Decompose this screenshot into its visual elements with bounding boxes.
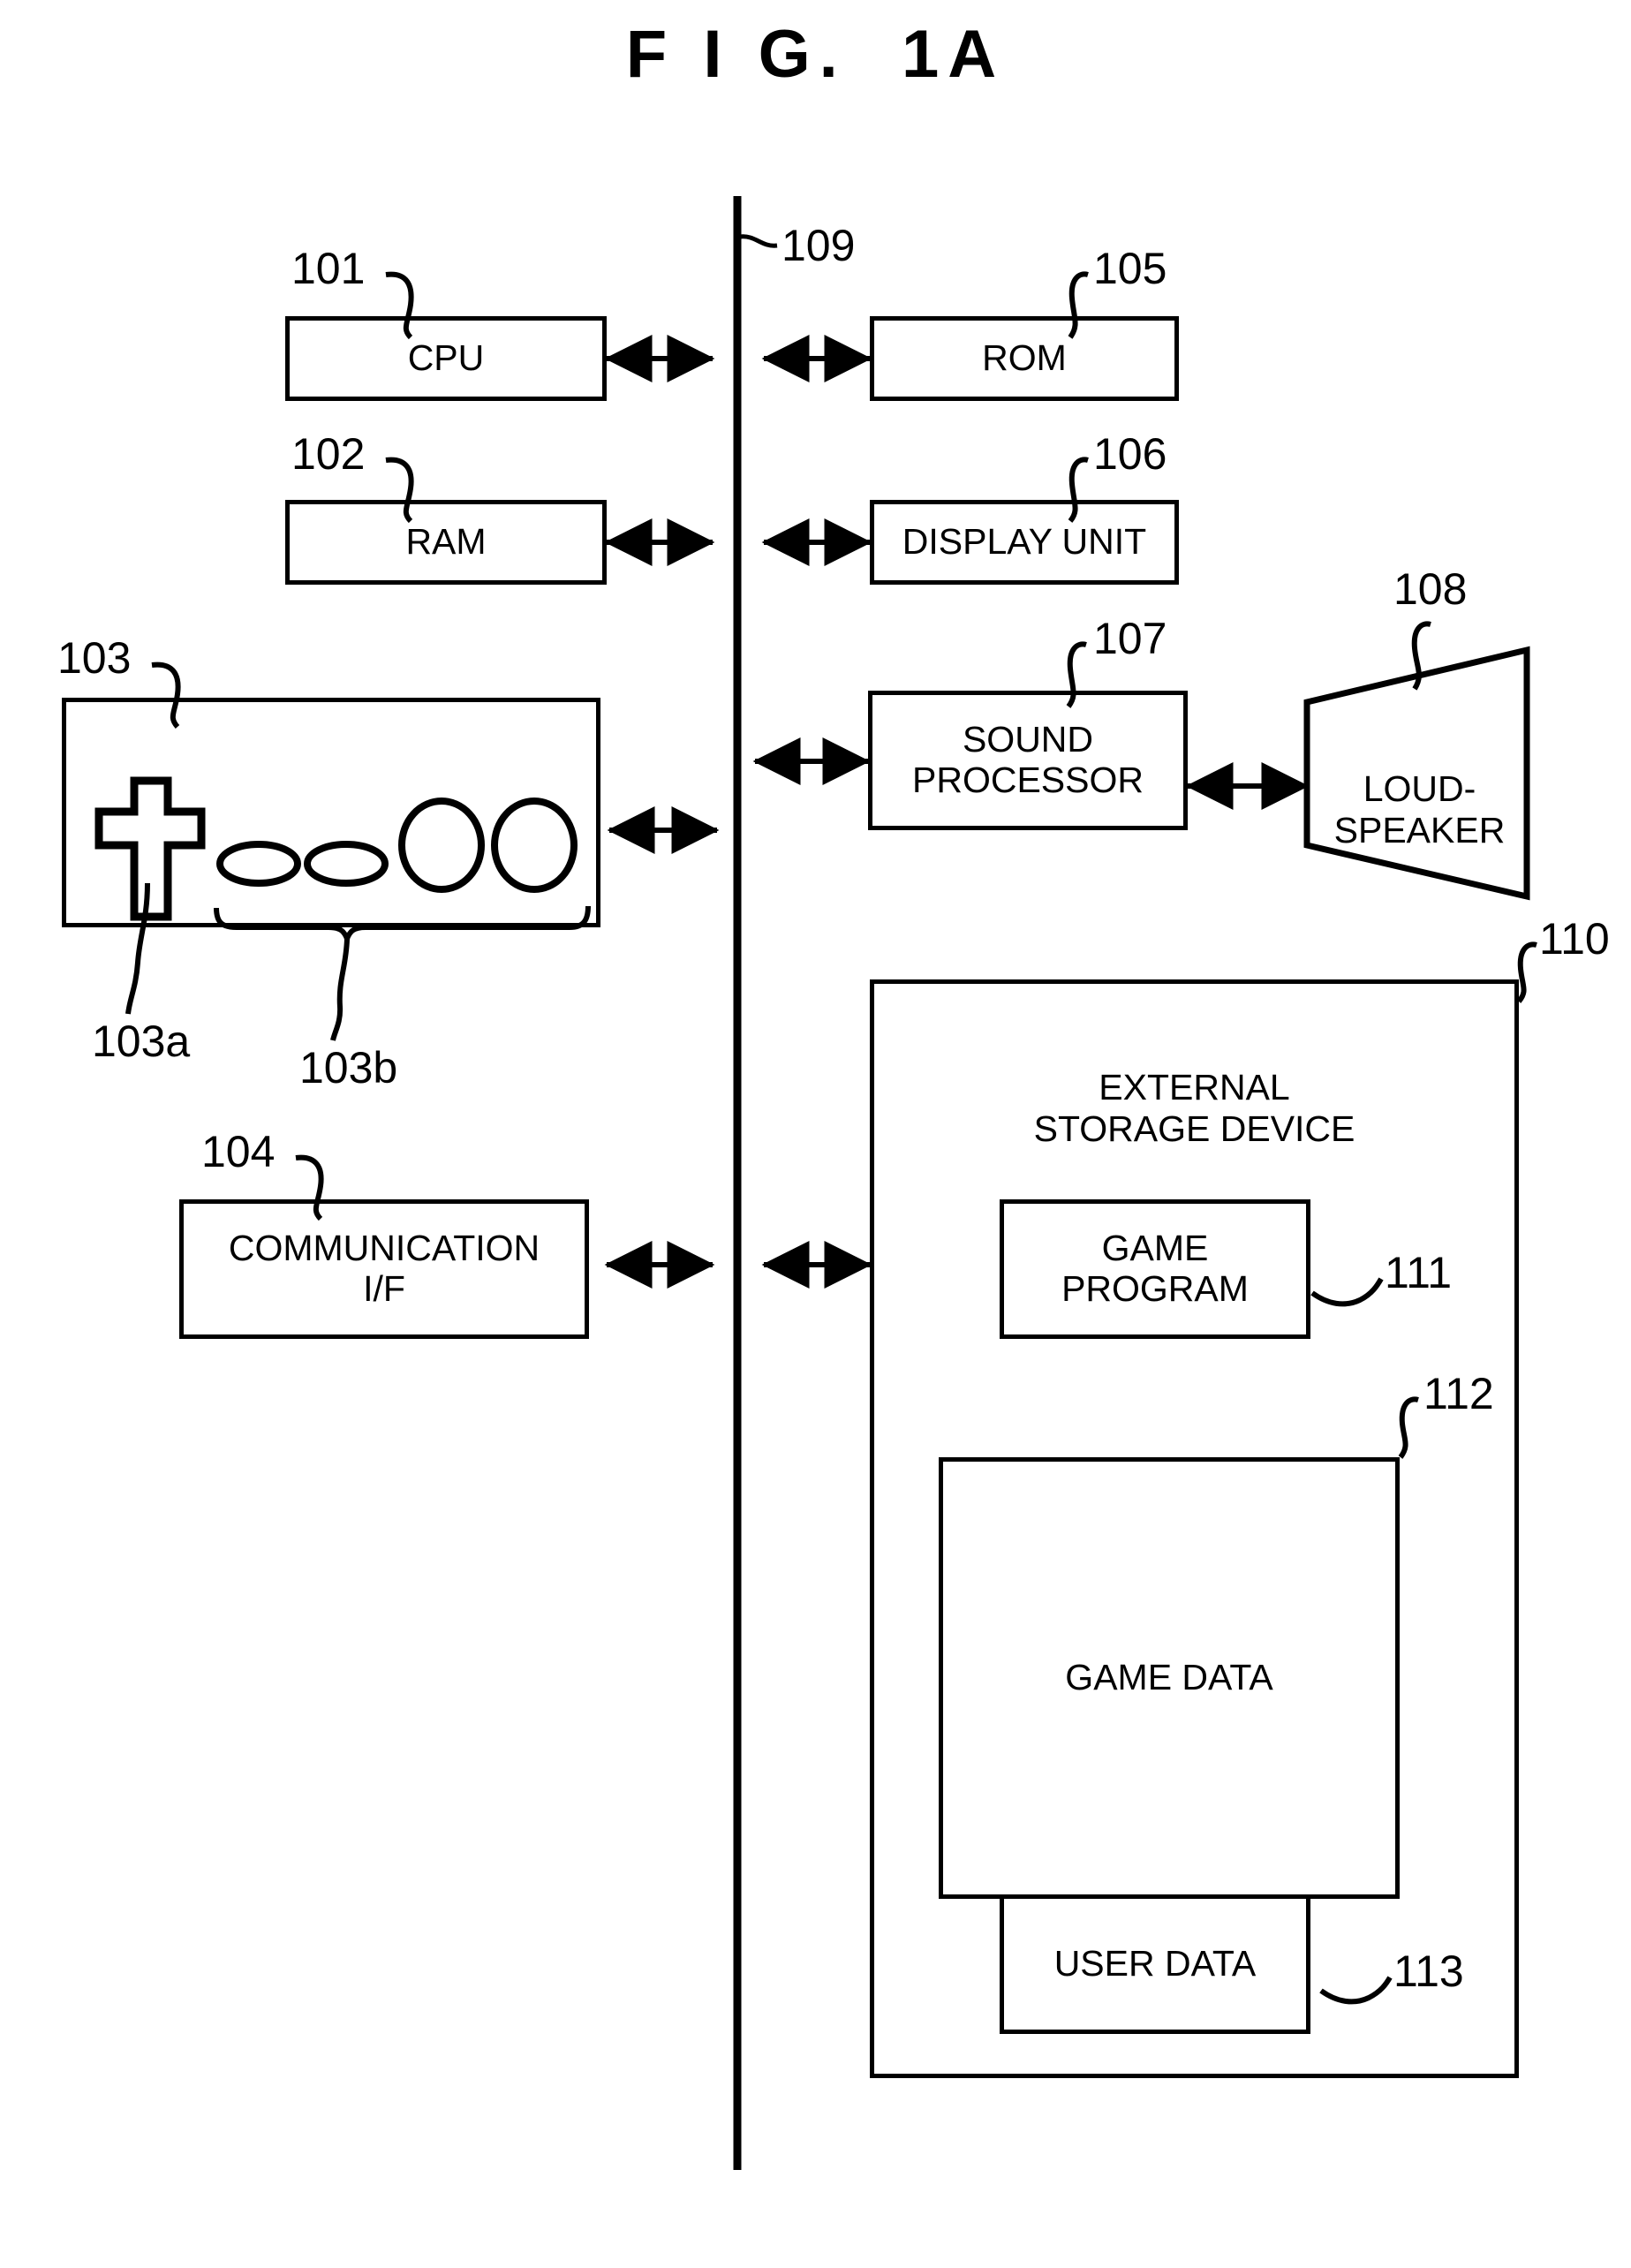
block-sound-processor[interactable]: SOUND PROCESSOR xyxy=(868,691,1188,830)
ref-107-text: 107 xyxy=(1093,614,1167,663)
ref-103b-text: 103b xyxy=(299,1043,398,1092)
ref-103a: 103a xyxy=(92,1016,190,1067)
block-ram-label: RAM xyxy=(405,521,487,563)
ref-103-text: 103 xyxy=(57,633,132,683)
ref-105-text: 105 xyxy=(1093,244,1167,293)
block-sound-processor-label: SOUND PROCESSOR xyxy=(912,719,1144,800)
ref-103a-text: 103a xyxy=(92,1017,191,1066)
ref-101-text: 101 xyxy=(291,244,366,293)
ref-104-text: 104 xyxy=(201,1127,276,1176)
ref-112: 112 xyxy=(1423,1368,1494,1419)
block-loudspeaker-label: LOUD- SPEAKER xyxy=(1333,767,1506,851)
block-cpu[interactable]: CPU xyxy=(285,316,607,401)
ref-103: 103 xyxy=(57,632,131,684)
ref-105: 105 xyxy=(1093,243,1167,294)
external-storage-text: EXTERNAL STORAGE DEVICE xyxy=(1033,1066,1355,1150)
ref-109-text: 109 xyxy=(782,221,856,270)
block-ram[interactable]: RAM xyxy=(285,500,607,585)
ref-leader-110 xyxy=(1516,941,1537,1003)
ref-109: 109 xyxy=(782,220,855,271)
block-communication-if[interactable]: COMMUNICATION I/F xyxy=(179,1199,589,1339)
block-user-data-label: USER DATA xyxy=(1053,1943,1257,1984)
block-display-unit[interactable]: DISPLAY UNIT xyxy=(870,500,1179,585)
block-cpu-label: CPU xyxy=(407,337,485,379)
ref-113: 113 xyxy=(1393,1946,1464,1997)
ref-111: 111 xyxy=(1385,1247,1452,1298)
ref-113-text: 113 xyxy=(1393,1947,1464,1996)
block-rom[interactable]: ROM xyxy=(870,316,1179,401)
block-display-unit-label: DISPLAY UNIT xyxy=(902,521,1147,563)
ref-102: 102 xyxy=(291,428,365,480)
ref-111-text: 111 xyxy=(1385,1248,1453,1297)
ref-110: 110 xyxy=(1539,913,1610,964)
ref-leader-109 xyxy=(739,234,778,248)
ref-104: 104 xyxy=(201,1126,275,1177)
block-loudspeaker-label-wrap: LOUD- SPEAKER xyxy=(1316,726,1523,852)
block-operation-unit[interactable] xyxy=(62,698,600,927)
figure-page: F I G. 1A CPU ROM RAM DISPLAY UNIT SOUND… xyxy=(0,0,1631,2268)
block-communication-if-label: COMMUNICATION I/F xyxy=(228,1228,540,1309)
ref-106-text: 106 xyxy=(1093,429,1167,479)
ref-108-text: 108 xyxy=(1393,564,1468,614)
ref-leader-103b xyxy=(330,938,350,1041)
block-external-storage-label: EXTERNAL STORAGE DEVICE xyxy=(870,1024,1519,1151)
block-game-data[interactable]: GAME DATA xyxy=(939,1457,1400,1899)
block-user-data[interactable]: USER DATA xyxy=(1000,1894,1310,2034)
ref-106: 106 xyxy=(1093,428,1167,480)
block-game-program-label: GAME PROGRAM xyxy=(1061,1228,1249,1309)
ref-107: 107 xyxy=(1093,613,1167,664)
block-game-program[interactable]: GAME PROGRAM xyxy=(1000,1199,1310,1339)
ref-101: 101 xyxy=(291,243,365,294)
ref-102-text: 102 xyxy=(291,429,366,479)
ref-108: 108 xyxy=(1393,563,1467,615)
ref-112-text: 112 xyxy=(1423,1369,1494,1418)
block-rom-label: ROM xyxy=(982,337,1067,379)
ref-103b: 103b xyxy=(299,1042,397,1093)
block-game-data-label: GAME DATA xyxy=(1065,1657,1273,1698)
ref-110-text: 110 xyxy=(1539,914,1610,964)
